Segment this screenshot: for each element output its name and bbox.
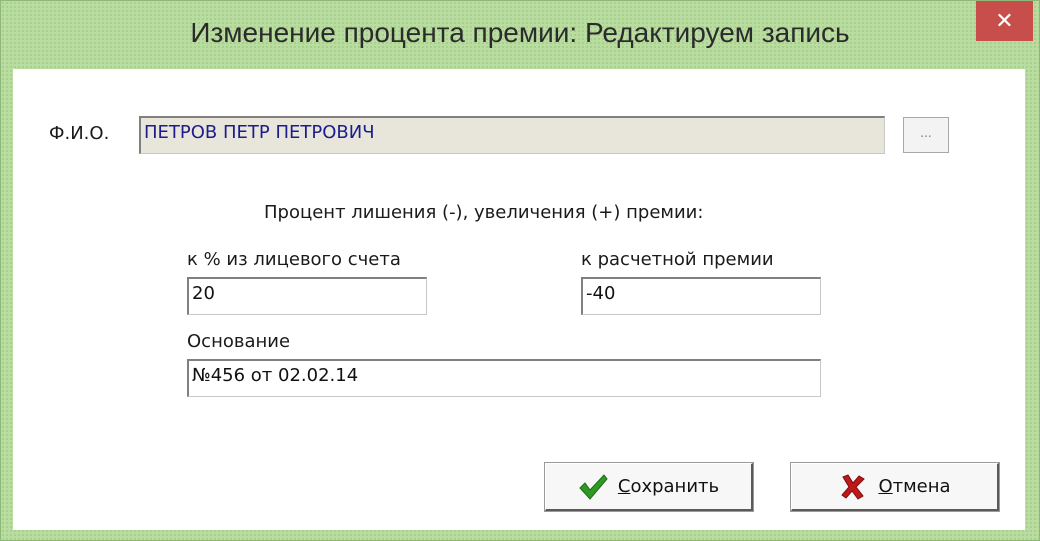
window-title: Изменение процента премии: Редактируем з…	[190, 17, 850, 48]
bonus-percent-field[interactable]: -40	[581, 277, 821, 315]
account-percent-label: к % из лицевого счета	[187, 249, 401, 270]
basis-label: Основание	[187, 331, 291, 352]
fio-field[interactable]: ПЕТРОВ ПЕТР ПЕТРОВИЧ	[139, 116, 885, 154]
close-button[interactable]: ✕	[976, 1, 1033, 41]
cancel-button[interactable]: Отмена	[790, 462, 1000, 512]
close-icon: ✕	[995, 8, 1014, 34]
title-bar[interactable]: Изменение процента премии: Редактируем з…	[1, 1, 1039, 69]
bonus-percent-label: к расчетной премии	[581, 249, 774, 270]
basis-field[interactable]: №456 от 02.02.14	[187, 359, 821, 397]
save-button[interactable]: Сохранить	[544, 462, 754, 512]
cancel-button-label: Отмена	[878, 476, 951, 497]
x-mark-icon	[838, 473, 868, 501]
browse-button[interactable]: ...	[903, 117, 949, 153]
account-percent-field[interactable]: 20	[187, 277, 427, 315]
checkmark-icon	[578, 473, 608, 501]
percent-heading: Процент лишения (-), увеличения (+) прем…	[264, 202, 704, 223]
dialog-window: Изменение процента премии: Редактируем з…	[0, 0, 1040, 541]
dialog-body: Ф.И.О. ПЕТРОВ ПЕТР ПЕТРОВИЧ ... Процент …	[13, 69, 1025, 530]
save-button-label: Сохранить	[617, 476, 720, 497]
fio-label: Ф.И.О.	[49, 123, 110, 144]
